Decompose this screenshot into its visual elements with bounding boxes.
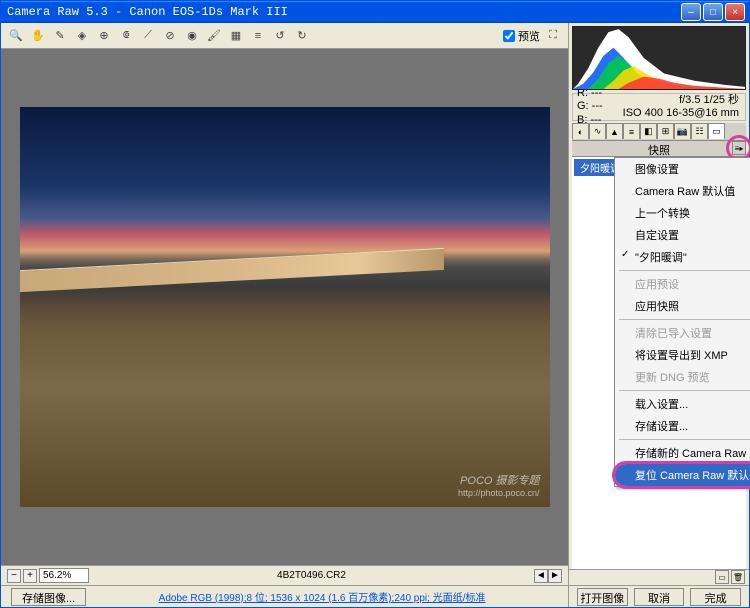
rotate-cw-icon[interactable]: ↻ [293, 27, 311, 45]
panel-tabs: ◐ ∿ ▲ ≡ ◧ ⊞ 📷 ☷ ▭ [572, 123, 746, 141]
straighten-icon[interactable]: ⟋ [139, 27, 157, 45]
zoom-out-button[interactable]: − [7, 569, 21, 583]
adjustment-brush-icon[interactable]: 🖌 [205, 27, 223, 45]
menu-item[interactable]: 载入设置... [615, 393, 750, 415]
open-image-button[interactable]: 打开图像 [577, 588, 628, 606]
menu-separator [619, 270, 750, 271]
check-icon: ✓ [621, 249, 629, 260]
delete-snapshot-icon[interactable]: 🗑 [731, 570, 745, 584]
prefs-icon[interactable]: ≡ [249, 27, 267, 45]
exif-panel: R: --- G: --- B: --- f/3.5 1/25 秒 ISO 40… [572, 93, 746, 121]
menu-item[interactable]: 复位 Camera Raw 默认值 [615, 464, 750, 486]
tab-split-icon[interactable]: ◧ [640, 123, 657, 139]
save-image-button[interactable]: 存储图像... [11, 588, 86, 606]
menu-item[interactable]: 存储新的 Camera Raw 默认值 [615, 442, 750, 464]
menu-separator [619, 319, 750, 320]
panel-menu-button[interactable]: ≡▸ [732, 141, 746, 155]
menu-item[interactable]: Camera Raw 默认值 [615, 180, 750, 202]
tab-lens-icon[interactable]: ⊞ [657, 123, 674, 139]
eyedropper-icon[interactable]: ✎ [51, 27, 69, 45]
menu-item[interactable]: 自定设置 [615, 224, 750, 246]
menu-item[interactable]: 上一个转换 [615, 202, 750, 224]
menu-item[interactable]: 存储设置... [615, 415, 750, 437]
crop-icon[interactable]: ⟃ [117, 27, 135, 45]
cancel-button[interactable]: 取消 [634, 588, 685, 606]
preview-label: 预览 [518, 28, 540, 44]
preview-checkbox[interactable]: 预览 [503, 28, 540, 44]
tab-snapshots-icon[interactable]: ▭ [708, 123, 725, 139]
zoom-value[interactable]: 56.2% [39, 568, 89, 583]
minimize-button[interactable]: – [681, 3, 701, 21]
target-adjust-icon[interactable]: ⊕ [95, 27, 113, 45]
histogram[interactable] [572, 26, 746, 90]
titlebar: Camera Raw 5.3 - Canon EOS-1Ds Mark III … [1, 1, 749, 23]
snapshots-panel: 夕阳暖调 图像设置Camera Raw 默认值上一个转换自定设置"夕阳暖调"✓应… [572, 157, 746, 569]
menu-item: 更新 DNG 预览 [615, 366, 750, 388]
new-snapshot-icon[interactable]: ▭ [715, 570, 729, 584]
fullscreen-icon[interactable]: ⛶ [544, 27, 562, 45]
done-button[interactable]: 完成 [690, 588, 741, 606]
rotate-ccw-icon[interactable]: ↺ [271, 27, 289, 45]
tab-detail-icon[interactable]: ▲ [606, 123, 623, 139]
toolbar: 🔍 ✋ ✎ ◈ ⊕ ⟃ ⟋ ⊘ ◉ 🖌 ▦ ≡ ↺ ↻ 预览 ⛶ [1, 23, 568, 49]
maximize-button[interactable]: □ [703, 3, 723, 21]
tab-presets-icon[interactable]: ☷ [691, 123, 708, 139]
zoom-tool-icon[interactable]: 🔍 [7, 27, 25, 45]
menu-item: 清除已导入设置 [615, 322, 750, 344]
exif-aperture-shutter: f/3.5 1/25 秒 [619, 94, 739, 107]
photo-preview: POCO 摄影专题 http://photo.poco.cn/ [20, 107, 550, 507]
window-title: Camera Raw 5.3 - Canon EOS-1Ds Mark III [5, 5, 681, 19]
menu-item[interactable]: 将设置导出到 XMP [615, 344, 750, 366]
menu-separator [619, 439, 750, 440]
tab-basic-icon[interactable]: ◐ [572, 123, 589, 139]
zoom-in-button[interactable]: + [23, 569, 37, 583]
menu-separator [619, 390, 750, 391]
panel-title: 快照 ≡▸ [572, 141, 746, 157]
tab-curve-icon[interactable]: ∿ [589, 123, 606, 139]
exif-iso-focal: ISO 400 16-35@16 mm [619, 107, 739, 120]
filmstrip-next-icon[interactable]: ► [548, 569, 562, 583]
menu-item[interactable]: 应用快照▶ [615, 295, 750, 317]
menu-item[interactable]: 图像设置 [615, 158, 750, 180]
tab-hsl-icon[interactable]: ≡ [623, 123, 640, 139]
spot-removal-icon[interactable]: ⊘ [161, 27, 179, 45]
exif-g-value: G: --- [577, 100, 615, 113]
panel-flyout-menu: 图像设置Camera Raw 默认值上一个转换自定设置"夕阳暖调"✓ 应用预设▶应… [614, 157, 750, 487]
filmstrip-prev-icon[interactable]: ◄ [534, 569, 548, 583]
filename-label: 4B2T0496.CR2 [89, 570, 534, 581]
preview-checkbox-input[interactable] [503, 30, 515, 42]
workflow-options-link[interactable]: Adobe RGB (1998);8 位; 1536 x 1024 (1.6 百… [86, 589, 558, 604]
redeye-icon[interactable]: ◉ [183, 27, 201, 45]
graduated-filter-icon[interactable]: ▦ [227, 27, 245, 45]
hand-tool-icon[interactable]: ✋ [29, 27, 47, 45]
watermark: POCO 摄影专题 http://photo.poco.cn/ [458, 475, 540, 499]
close-button[interactable]: × [725, 3, 745, 21]
menu-item[interactable]: "夕阳暖调"✓ [615, 246, 750, 268]
color-sampler-icon[interactable]: ◈ [73, 27, 91, 45]
menu-item: 应用预设▶ [615, 273, 750, 295]
tab-camera-icon[interactable]: 📷 [674, 123, 691, 139]
image-preview-area[interactable]: POCO 摄影专题 http://photo.poco.cn/ [1, 49, 568, 565]
